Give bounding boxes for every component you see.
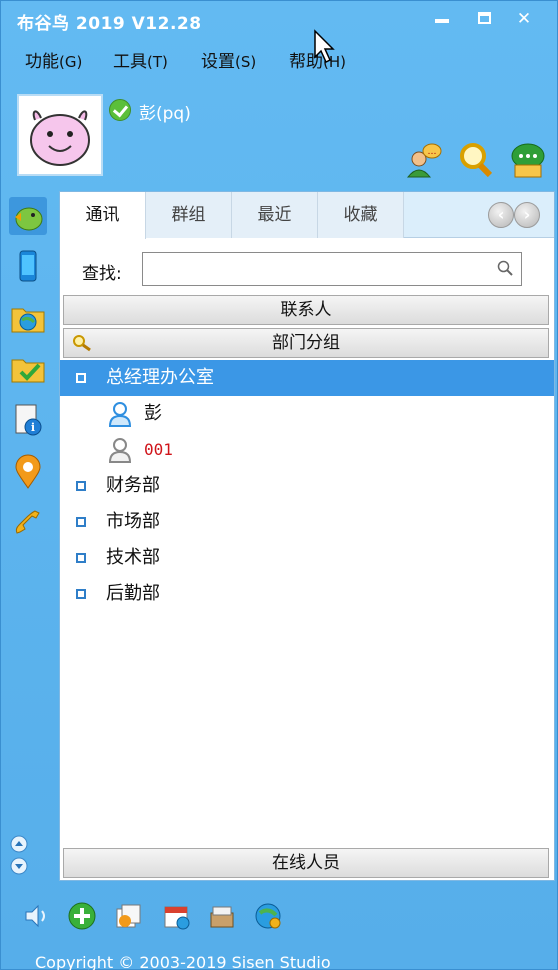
svg-text:…: … [428,147,437,157]
tree-node-icon [76,517,86,527]
tree-node-icon [76,373,86,383]
tree-item-label: 001 [144,440,173,459]
minimize-icon [435,19,449,23]
info-doc-icon[interactable]: i [9,401,47,439]
tab-groups[interactable]: 群组 [146,192,232,238]
tab-contacts[interactable]: 通讯 [60,192,146,239]
tree-item-label: 市场部 [106,511,160,532]
menu-function-hotkey: (G) [59,53,83,71]
tree-dept-item[interactable]: 市场部 [60,504,554,540]
add-contact-icon[interactable]: … [405,141,443,179]
location-icon[interactable] [9,453,47,491]
dept-groups-section[interactable]: 部门分组 [63,328,549,358]
sidebar-scroll-arrows[interactable] [9,833,29,877]
menu-settings[interactable]: 设置(S) [201,47,256,72]
find-icon[interactable] [457,141,495,179]
search-box[interactable] [142,252,522,286]
back-arrow-icon: ‹ [497,205,505,224]
avatar[interactable] [17,94,103,176]
dept-groups-section-label: 部门分组 [272,333,340,353]
forward-button[interactable]: › [514,202,540,228]
close-button[interactable]: ✕ [511,7,537,31]
tab-recent[interactable]: 最近 [232,192,318,238]
tree-item-label: 总经理办公室 [106,367,214,388]
maximize-icon [477,12,491,24]
tree-item-label: 彭 [144,403,162,424]
menu-settings-hotkey: (S) [235,53,257,71]
tree-node-icon [76,481,86,491]
message-icon[interactable] [509,141,547,179]
tree-dept-item[interactable]: 财务部 [60,468,554,504]
search-input[interactable] [147,254,487,284]
user-offline-icon [108,438,132,463]
tree-person-item[interactable]: 001 [60,432,554,468]
tree-item-label: 技术部 [106,547,160,568]
maximize-button[interactable] [471,7,497,31]
svg-text:i: i [31,421,35,434]
search-label: 查找: [82,264,122,284]
tree-node-icon [76,553,86,563]
folder-check-icon[interactable] [9,351,47,389]
tree-dept-item[interactable]: 后勤部 [60,576,554,612]
window-title: 布谷鸟 2019 V12.28 [17,14,202,34]
tree-dept-item[interactable]: 总经理办公室 [60,360,554,396]
contacts-section-label: 联系人 [280,300,332,320]
archive-icon[interactable] [207,901,237,931]
menu-function[interactable]: 功能(G) [25,47,82,72]
title-bar[interactable]: 布谷鸟 2019 V12.28 ✕ [1,1,557,39]
tab-bar: 通讯 群组 最近 收藏 ‹ › [60,192,554,239]
copyright-text: Copyright © 2003-2019 Sisen Studio [35,953,331,970]
folder-globe-icon[interactable] [9,299,47,337]
tree-person-item[interactable]: 彭 [60,396,554,432]
add-icon[interactable] [67,901,97,931]
files-icon[interactable] [113,901,143,931]
tree-dept-item[interactable]: 技术部 [60,540,554,576]
bird-chat-icon[interactable] [9,197,47,235]
calendar-icon[interactable] [161,901,191,931]
menu-tools-label: 工具 [113,52,147,72]
online-section-label: 在线人员 [272,853,340,873]
tree-item-label: 财务部 [106,475,160,496]
network-icon[interactable] [253,901,283,931]
menu-tools-hotkey: (T) [147,53,168,71]
magnifier-icon [73,335,91,352]
forward-arrow-icon: › [523,205,531,224]
pig-avatar-icon [30,110,90,166]
menu-tools[interactable]: 工具(T) [113,47,168,72]
app-window: 布谷鸟 2019 V12.28 ✕ 功能(G) 工具(T) 设置(S) 帮助(H… [0,0,558,970]
tree-item-label: 后勤部 [106,583,160,604]
online-check-icon[interactable] [109,99,131,121]
close-icon: ✕ [516,9,532,29]
minimize-button[interactable] [429,7,455,31]
menu-settings-label: 设置 [201,52,235,72]
back-button[interactable]: ‹ [488,202,514,228]
contacts-section[interactable]: 联系人 [63,295,549,325]
mouse-cursor-icon [314,29,335,64]
left-sidebar: i [3,191,55,881]
online-section[interactable]: 在线人员 [63,848,549,878]
phone-icon[interactable] [9,247,47,285]
telephone-icon[interactable] [9,503,47,541]
menu-function-label: 功能 [25,52,59,72]
user-online-icon [108,402,132,427]
search-icon[interactable] [497,260,513,276]
user-name: 彭(pq) [139,104,191,124]
contacts-panel: 通讯 群组 最近 收藏 ‹ › 查找: 联系人 部门分组 总经理办公室 彭 00… [59,191,555,881]
tab-favorites[interactable]: 收藏 [318,192,404,238]
volume-icon[interactable] [21,901,51,931]
tree-node-icon [76,589,86,599]
